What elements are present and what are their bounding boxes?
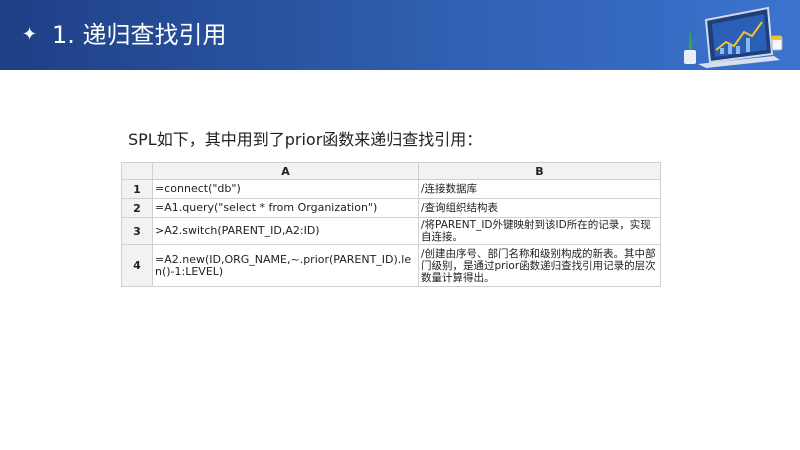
comment-cell[interactable]: /创建由序号、部门名称和级别构成的新表。其中部门级别，是通过prior函数递归查… <box>418 244 661 287</box>
sparkle-star-icon: ✦ <box>22 24 38 45</box>
plant-icon <box>680 28 697 64</box>
code-cell[interactable]: =connect("db") <box>152 179 419 199</box>
column-header-a[interactable]: A <box>152 162 419 180</box>
intro-text: SPL如下，其中用到了prior函数来递归查找引用： <box>128 130 483 149</box>
comment-cell[interactable]: /将PARENT_ID外键映射到该ID所在的记录，实现自连接。 <box>418 217 661 245</box>
row-index[interactable]: 2 <box>121 198 153 218</box>
table-row: 2 =A1.query("select * from Organization"… <box>121 198 661 218</box>
comment-cell[interactable]: /查询组织结构表 <box>418 198 661 218</box>
table-row: 3 >A2.switch(PARENT_ID,A2:ID) /将PARENT_I… <box>121 217 661 245</box>
table-header-row: A B <box>121 162 661 180</box>
row-index[interactable]: 1 <box>121 179 153 199</box>
table-row: 4 =A2.new(ID,ORG_NAME,~.prior(PARENT_ID)… <box>121 244 661 287</box>
code-cell[interactable]: =A2.new(ID,ORG_NAME,~.prior(PARENT_ID).l… <box>152 244 419 287</box>
page-title: 1. 递归查找引用 <box>52 21 227 49</box>
comment-cell[interactable]: /连接数据库 <box>418 179 661 199</box>
row-index[interactable]: 4 <box>121 244 153 287</box>
table-row: 1 =connect("db") /连接数据库 <box>121 179 661 199</box>
column-header-b[interactable]: B <box>418 162 661 180</box>
spl-code-table: A B 1 =connect("db") /连接数据库 2 =A1.query(… <box>121 162 661 287</box>
laptop-chart-illustration <box>680 6 783 68</box>
code-cell[interactable]: >A2.switch(PARENT_ID,A2:ID) <box>152 217 419 245</box>
code-cell[interactable]: =A1.query("select * from Organization") <box>152 198 419 218</box>
corner-cell <box>121 162 153 180</box>
header-bar: ✦ 1. 递归查找引用 <box>0 0 800 70</box>
row-index[interactable]: 3 <box>121 217 153 245</box>
